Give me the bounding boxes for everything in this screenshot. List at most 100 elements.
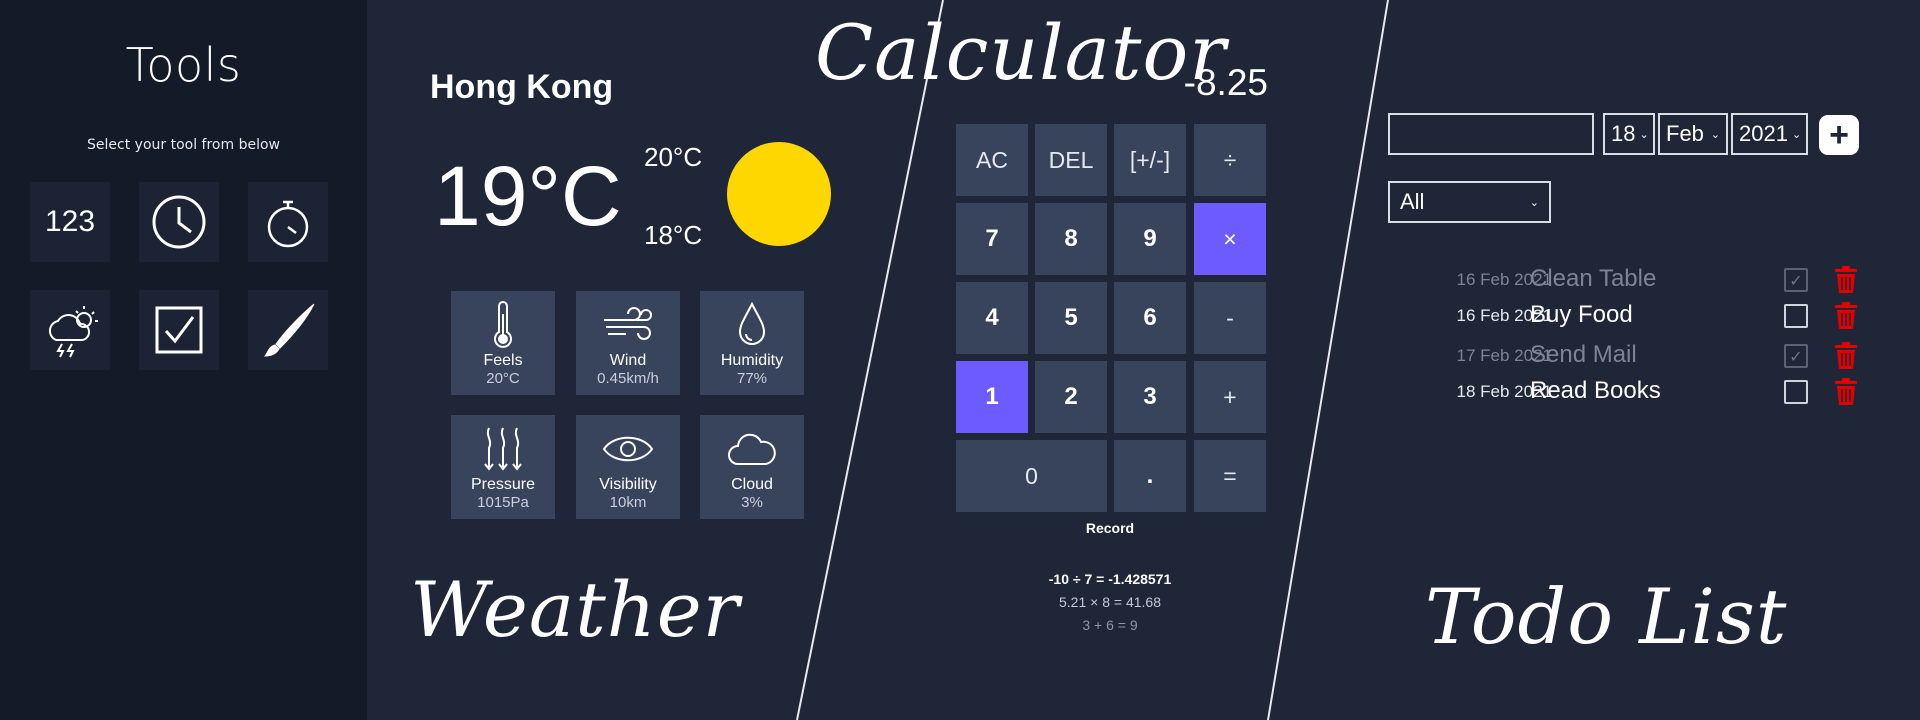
chevron-down-icon: ⌄ — [1529, 196, 1539, 209]
calc-key-subtract[interactable]: - — [1194, 282, 1266, 354]
calc-key-add[interactable]: + — [1194, 361, 1266, 433]
todo-filter-select[interactable]: All ⌄ — [1388, 181, 1551, 223]
calc-key-3[interactable]: 3 — [1114, 361, 1186, 433]
calc-key-7[interactable]: 7 — [956, 203, 1028, 275]
calc-key-9[interactable]: 9 — [1114, 203, 1186, 275]
todo-item-checkbox[interactable] — [1784, 380, 1808, 404]
todo-item: 17 Feb 2021 Send Mail ✓ — [1420, 338, 1860, 374]
todo-item-checkbox[interactable]: ✓ — [1784, 344, 1808, 368]
stopwatch-icon — [267, 200, 309, 248]
todo-item: 18 Feb 2021 Read Books — [1420, 374, 1860, 410]
calc-record-item: -10 ÷ 7 = -1.428571 — [1048, 571, 1172, 587]
weather-card-value: 0.45km/h — [597, 370, 659, 387]
todo-item-task: Clean Table — [1530, 265, 1657, 292]
clock-icon — [152, 195, 206, 249]
calc-key-1[interactable]: 1 — [956, 361, 1028, 433]
weather-city: Hong Kong — [430, 68, 614, 106]
weather-card-value: 1015Pa — [477, 494, 529, 511]
calc-key-0[interactable]: 0 — [956, 440, 1107, 512]
calc-record-item: 3 + 6 = 9 — [1082, 617, 1138, 633]
pressure-icon — [484, 427, 522, 471]
weather-card-pressure: Pressure 1015Pa — [451, 415, 555, 519]
chevron-down-icon: ⌄ — [1791, 128, 1802, 141]
calc-record-item: 5.21 × 8 = 41.68 — [1059, 594, 1161, 610]
todo-year-select[interactable]: 2021 ⌄ — [1731, 113, 1808, 155]
weather-card-visibility: Visibility 10km — [576, 415, 680, 519]
todo-item-task: Buy Food — [1530, 301, 1633, 328]
weather-card-label: Pressure — [470, 476, 536, 493]
calc-key-multiply[interactable]: × — [1194, 203, 1266, 275]
todo-item-checkbox[interactable]: ✓ — [1784, 268, 1808, 292]
weather-card-label: Visibility — [599, 476, 657, 493]
weather-card-wind: Wind 0.45km/h — [576, 291, 680, 395]
calc-key-divide[interactable]: ÷ — [1194, 124, 1266, 196]
calc-key-6[interactable]: 6 — [1114, 282, 1186, 354]
weather-card-label: Wind — [609, 352, 647, 369]
calc-record-title: Record — [1085, 520, 1135, 536]
tool-stopwatch-button[interactable] — [248, 182, 328, 262]
weather-max-temp: 20°C — [644, 142, 703, 172]
weather-card-humidity: Humidity 77% — [700, 291, 804, 395]
tool-calculator-button[interactable]: 123 — [30, 182, 110, 262]
todo-filter-value: All — [1400, 189, 1425, 214]
wind-icon — [604, 307, 652, 340]
calc-key-8[interactable]: 8 — [1035, 203, 1107, 275]
weather-temperature: 19°C — [434, 149, 622, 243]
calculator-icon: 123 — [44, 205, 96, 238]
cloud-icon — [728, 433, 776, 465]
tool-paint-button[interactable] — [248, 290, 328, 370]
todo-task-input[interactable] — [1388, 113, 1594, 155]
weather-card-label: Feels — [483, 352, 523, 369]
weather-card-cloud: Cloud 3% — [700, 415, 804, 519]
calc-key-del[interactable]: DEL — [1035, 124, 1107, 196]
tool-todo-button[interactable] — [139, 290, 219, 370]
weather-min-temp: 18°C — [644, 220, 703, 250]
add-todo-button[interactable]: + — [1819, 115, 1859, 155]
trash-icon[interactable] — [1834, 302, 1858, 330]
tools-sidebar: Tools Select your tool from below 123 — [0, 0, 367, 720]
weather-card-value: 10km — [609, 494, 647, 511]
calc-key-4[interactable]: 4 — [956, 282, 1028, 354]
weather-card-value: 20°C — [486, 370, 520, 387]
trash-icon[interactable] — [1834, 342, 1858, 370]
sidebar-subtitle: Select your tool from below — [87, 137, 280, 153]
todo-item: 16 Feb 2021 Buy Food — [1420, 298, 1860, 334]
chevron-down-icon: ⌄ — [1639, 128, 1649, 141]
calc-key-5[interactable]: 5 — [1035, 282, 1107, 354]
todo-day-select[interactable]: 18 ⌄ — [1603, 113, 1655, 155]
weather-card-value: 77% — [736, 370, 768, 387]
storm-cloud-icon — [48, 306, 98, 358]
todo-year-value: 2021 — [1739, 121, 1788, 146]
weather-section-label: Weather — [410, 565, 740, 654]
calculator-display: -8.25 — [1183, 62, 1268, 103]
eye-icon — [602, 436, 654, 462]
thermometer-icon — [494, 301, 512, 348]
weather-card-label: Humidity — [720, 352, 784, 369]
chevron-down-icon: ⌄ — [1710, 128, 1720, 141]
sun-icon — [727, 142, 831, 246]
todo-section-label: Todo List — [1425, 572, 1788, 661]
todo-item-task: Read Books — [1530, 377, 1661, 404]
todo-month-select[interactable]: Feb ⌄ — [1658, 113, 1728, 155]
calc-key-decimal[interactable]: . — [1114, 440, 1186, 512]
trash-icon[interactable] — [1834, 378, 1858, 406]
todo-day-value: 18 — [1611, 121, 1636, 146]
todo-month-value: Feb — [1666, 121, 1704, 146]
weather-card-value: 3% — [741, 494, 763, 511]
sidebar-title: Tools — [125, 38, 242, 92]
calc-key-ac[interactable]: AC — [956, 124, 1028, 196]
humidity-icon — [738, 301, 766, 345]
tool-clock-button[interactable] — [139, 182, 219, 262]
todo-item: 16 Feb 2021 Clean Table ✓ — [1420, 262, 1860, 298]
brush-icon — [263, 303, 315, 357]
calc-key-negate[interactable]: [+/-] — [1114, 124, 1186, 196]
weather-card-label: Cloud — [731, 476, 773, 493]
tool-weather-button[interactable] — [30, 290, 110, 370]
weather-card-feels: Feels 20°C — [451, 291, 555, 395]
calc-key-2[interactable]: 2 — [1035, 361, 1107, 433]
todo-item-checkbox[interactable] — [1784, 304, 1808, 328]
checkbox-icon — [155, 306, 203, 354]
trash-icon[interactable] — [1834, 266, 1858, 294]
todo-item-task: Send Mail — [1530, 341, 1637, 368]
calc-key-equals[interactable]: = — [1194, 440, 1266, 512]
